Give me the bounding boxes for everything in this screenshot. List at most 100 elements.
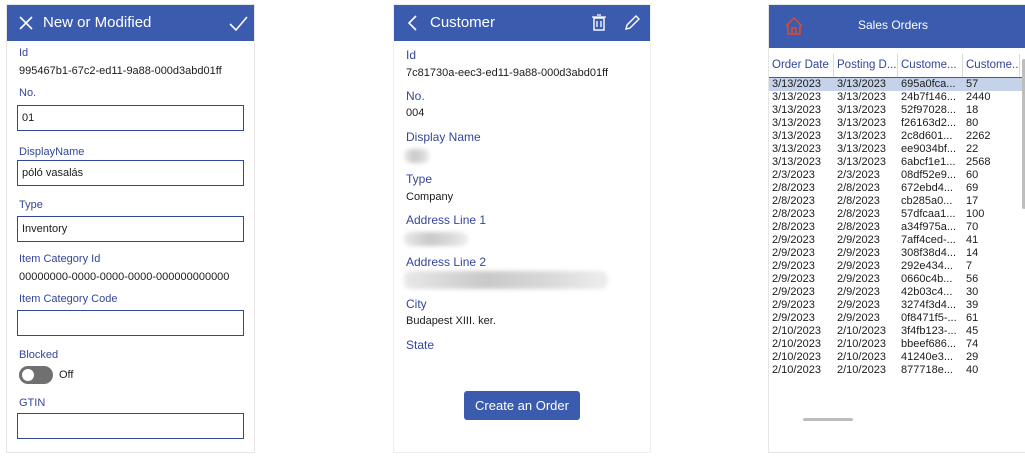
sales-orders-grid: Order Date Posting D... Custome... Custo… bbox=[769, 54, 1023, 421]
table-cell: 2/9/2023 bbox=[837, 234, 880, 246]
table-row[interactable]: 2/9/2023 2/9/2023 7aff4ced-... 41 bbox=[769, 234, 1023, 247]
table-cell: 30 bbox=[966, 286, 979, 298]
table-cell: 3/13/2023 bbox=[772, 117, 821, 129]
city-value: Budapest XIII. ker. bbox=[406, 315, 496, 327]
table-row[interactable]: 3/13/2023 3/13/2023 695a0fca... 57 bbox=[769, 78, 1023, 91]
column-header[interactable]: Order Date bbox=[769, 54, 834, 77]
table-row[interactable]: 2/8/2023 2/8/2023 672ebd4... 69 bbox=[769, 182, 1023, 195]
table-cell: 6abcf1e1... bbox=[901, 156, 956, 168]
table-cell: 3274f3d4... bbox=[901, 299, 957, 311]
table-cell: 2/9/2023 bbox=[837, 286, 880, 298]
table-row[interactable]: 2/9/2023 2/9/2023 42b03c4... 30 bbox=[769, 286, 1023, 299]
type-input[interactable] bbox=[17, 216, 244, 242]
display-name-input[interactable] bbox=[17, 160, 244, 186]
column-header[interactable]: Custome... bbox=[963, 54, 1020, 77]
no-input[interactable] bbox=[17, 105, 244, 131]
table-row[interactable]: 2/9/2023 2/9/2023 308f38d4... 14 bbox=[769, 247, 1023, 260]
table-cell: 3/13/2023 bbox=[837, 91, 886, 103]
table-cell: 17 bbox=[966, 195, 979, 207]
table-cell: 3/13/2023 bbox=[837, 143, 886, 155]
table-cell: 3/13/2023 bbox=[837, 104, 886, 116]
table-cell: 57 bbox=[966, 78, 979, 90]
table-cell: 69 bbox=[966, 182, 979, 194]
home-icon[interactable] bbox=[783, 15, 805, 42]
table-row[interactable]: 2/10/2023 2/10/2023 877718e... 40 bbox=[769, 364, 1023, 377]
table-cell: 100 bbox=[966, 208, 985, 220]
table-cell: 2/3/2023 bbox=[772, 169, 815, 181]
table-cell: 2/10/2023 bbox=[837, 325, 886, 337]
sales-orders-header: Sales Orders bbox=[769, 5, 1025, 48]
table-cell: 2/10/2023 bbox=[837, 364, 886, 376]
blocked-toggle[interactable] bbox=[19, 366, 53, 384]
item-category-code-label: Item Category Code bbox=[19, 293, 118, 305]
create-order-button[interactable]: Create an Order bbox=[464, 391, 580, 420]
table-row[interactable]: 3/13/2023 3/13/2023 ee9034bf... 22 bbox=[769, 143, 1023, 156]
table-cell: 2/8/2023 bbox=[772, 195, 815, 207]
item-category-code-input[interactable] bbox=[17, 310, 244, 336]
grid-body: 3/13/2023 3/13/2023 695a0fca... 57 3/13/2023… bbox=[769, 78, 1023, 421]
table-row[interactable]: 3/13/2023 3/13/2023 52f97028... 18 bbox=[769, 104, 1023, 117]
table-cell: 52f97028... bbox=[901, 104, 957, 116]
table-cell: 2/8/2023 bbox=[837, 221, 880, 233]
table-cell: 2/9/2023 bbox=[837, 299, 880, 311]
check-icon[interactable] bbox=[227, 12, 249, 34]
customer-detail: Customer Id 7c81730a-eec3-ed11-9a88-000d… bbox=[393, 4, 651, 453]
table-row[interactable]: 3/13/2023 3/13/2023 f26163d2... 80 bbox=[769, 117, 1023, 130]
column-header[interactable]: Posting D... bbox=[834, 54, 898, 77]
table-row[interactable]: 2/8/2023 2/8/2023 cb285a0... 17 bbox=[769, 195, 1023, 208]
redacted-address-line-2 bbox=[404, 271, 608, 289]
table-row[interactable]: 3/13/2023 3/13/2023 24b7f146... 2440 bbox=[769, 91, 1023, 104]
table-row[interactable]: 2/8/2023 2/8/2023 57dfcaa1... 100 bbox=[769, 208, 1023, 221]
table-row[interactable]: 2/10/2023 2/10/2023 bbeef686... 74 bbox=[769, 338, 1023, 351]
table-cell: 40 bbox=[966, 364, 979, 376]
table-cell: f26163d2... bbox=[901, 117, 957, 129]
table-cell: 2/8/2023 bbox=[772, 208, 815, 220]
table-row[interactable]: 2/9/2023 2/9/2023 3274f3d4... 39 bbox=[769, 299, 1023, 312]
edit-icon[interactable] bbox=[621, 12, 643, 34]
horizontal-scrollbar[interactable] bbox=[803, 418, 853, 421]
gtin-input[interactable] bbox=[17, 413, 244, 439]
table-row[interactable]: 3/13/2023 3/13/2023 6abcf1e1... 2568 bbox=[769, 156, 1023, 169]
table-cell: 70 bbox=[966, 221, 979, 233]
table-cell: 2568 bbox=[966, 156, 991, 168]
column-header[interactable]: Custome... bbox=[898, 54, 963, 77]
table-cell: 0f8471f5-... bbox=[901, 312, 957, 324]
table-row[interactable]: 2/8/2023 2/8/2023 a34f975a... 70 bbox=[769, 221, 1023, 234]
table-row[interactable]: 2/9/2023 2/9/2023 0660c4b... 56 bbox=[769, 273, 1023, 286]
close-icon[interactable] bbox=[15, 12, 37, 34]
table-cell: 7 bbox=[966, 260, 973, 272]
table-cell: 41240e3... bbox=[901, 351, 953, 363]
table-row[interactable]: 2/10/2023 2/10/2023 3f4fb123-... 45 bbox=[769, 325, 1023, 338]
table-row[interactable]: 3/13/2023 3/13/2023 2c8d601... 2262 bbox=[769, 130, 1023, 143]
item-category-id-value: 00000000-0000-0000-0000-000000000000 bbox=[19, 271, 230, 283]
table-cell: 2/3/2023 bbox=[837, 169, 880, 181]
address-line-1-label: Address Line 1 bbox=[406, 213, 487, 227]
table-row[interactable]: 2/3/2023 2/3/2023 08df52e9... 60 bbox=[769, 169, 1023, 182]
table-cell: 2/10/2023 bbox=[772, 325, 821, 337]
table-cell: 3/13/2023 bbox=[772, 78, 821, 90]
type-label: Type bbox=[19, 199, 43, 211]
city-label: City bbox=[406, 297, 427, 311]
table-cell: 60 bbox=[966, 169, 979, 181]
table-row[interactable]: 2/10/2023 2/10/2023 41240e3... 29 bbox=[769, 351, 1023, 364]
table-cell: 3/13/2023 bbox=[837, 117, 886, 129]
table-row[interactable]: 2/9/2023 2/9/2023 292e434... 7 bbox=[769, 260, 1023, 273]
id-label: Id bbox=[19, 47, 29, 59]
table-cell: 2440 bbox=[966, 91, 991, 103]
id-label: Id bbox=[406, 48, 417, 62]
table-cell: 7aff4ced-... bbox=[901, 234, 956, 246]
back-icon[interactable] bbox=[402, 12, 424, 34]
table-row[interactable]: 2/9/2023 2/9/2023 0f8471f5-... 61 bbox=[769, 312, 1023, 325]
table-cell: 308f38d4... bbox=[901, 247, 957, 259]
table-cell: 3/13/2023 bbox=[837, 156, 886, 168]
table-cell: 2/8/2023 bbox=[837, 208, 880, 220]
table-cell: 3/13/2023 bbox=[772, 130, 821, 142]
table-cell: cb285a0... bbox=[901, 195, 953, 207]
table-cell: 2/10/2023 bbox=[837, 338, 886, 350]
no-value: 004 bbox=[406, 107, 425, 119]
table-cell: a34f975a... bbox=[901, 221, 957, 233]
sales-orders-list: Sales Orders Order Date Posting D... Cus… bbox=[768, 4, 1025, 453]
trash-icon[interactable] bbox=[588, 12, 610, 34]
grid-header: Order Date Posting D... Custome... Custo… bbox=[769, 54, 1023, 78]
no-label: No. bbox=[406, 89, 425, 103]
